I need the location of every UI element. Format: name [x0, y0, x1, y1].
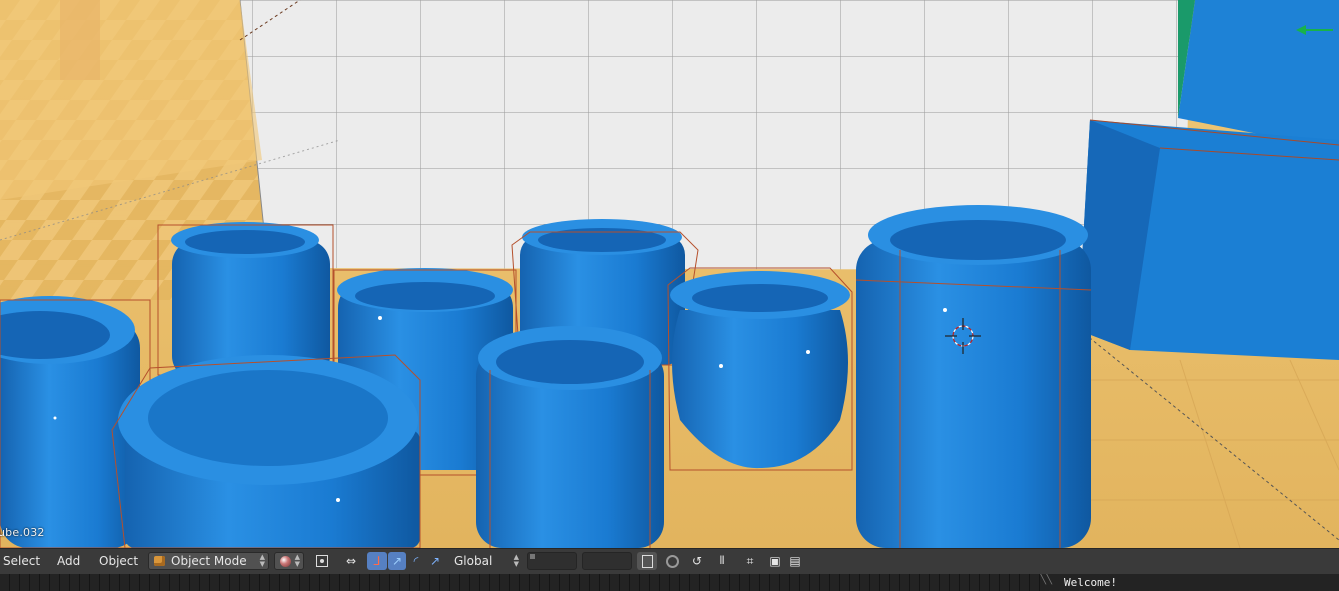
layers-icon: [530, 554, 535, 559]
render-animation-button[interactable]: ▤: [785, 552, 805, 570]
render-clapboard-icon: ▤: [789, 554, 801, 568]
3d-viewport[interactable]: ube.032: [0, 0, 1339, 548]
add-menu[interactable]: Add: [57, 554, 80, 568]
area-resize-handle[interactable]: ╲╲: [1040, 574, 1054, 591]
pivot-point-icon: [316, 555, 328, 567]
proportional-edit-button[interactable]: [662, 552, 682, 570]
rotate-button[interactable]: ↗: [388, 552, 406, 570]
object-cube-icon: [154, 556, 165, 566]
scale-icon: ↗: [429, 554, 441, 568]
timeline-strip: [0, 574, 1040, 591]
orientation-label: Global: [454, 554, 493, 568]
jar: [111, 354, 421, 548]
active-object-label: ube.032: [0, 526, 45, 539]
object-menu[interactable]: Object: [99, 554, 138, 568]
jar: [855, 205, 1092, 548]
rotate-manipulator-button[interactable]: ◜: [407, 552, 425, 570]
layers-grid-2[interactable]: [582, 552, 632, 570]
layers-grid-1[interactable]: [527, 552, 577, 570]
snap-element-icon: ⫴: [719, 554, 725, 567]
info-bar: ╲╲ Welcome!: [0, 574, 1339, 591]
manipulator-toggle[interactable]: ⇔: [340, 552, 362, 570]
falloff-curve-icon: ↺: [691, 554, 703, 568]
scale-button[interactable]: ↗: [426, 552, 444, 570]
status-message: Welcome!: [1064, 576, 1117, 589]
lock-camera-button[interactable]: [637, 552, 657, 570]
snap-toggle[interactable]: ⌗: [740, 552, 760, 570]
pivot-point-button[interactable]: [312, 552, 332, 570]
proportional-falloff-button[interactable]: ↺: [688, 552, 706, 570]
orientation-dropdown[interactable]: Global ▲ ▼: [447, 552, 523, 570]
snap-magnet-icon: ⌗: [746, 553, 754, 568]
scene-render: [0, 0, 1339, 548]
mode-label: Object Mode: [171, 554, 247, 568]
layers-icon: [641, 554, 653, 568]
render-opengl-button[interactable]: ▣: [765, 552, 785, 570]
proportional-edit-icon: [665, 554, 679, 568]
view3d-header: Select Add Object Object Mode ▲ ▼ ▲ ▼ ⇔ ⅃ …: [0, 548, 1339, 574]
jar: [476, 326, 664, 548]
shading-sphere-icon: [280, 556, 291, 567]
dropdown-arrows-icon: ▲ ▼: [513, 553, 519, 568]
translate-arrow-icon: ⅃: [373, 554, 381, 568]
rotate-arc-icon: ◜: [413, 554, 419, 568]
mode-dropdown[interactable]: Object Mode ▲ ▼: [148, 552, 269, 570]
rotate-arc-icon: ↗: [391, 554, 403, 568]
manipulator-arrows-icon: ⇔: [345, 554, 357, 568]
render-camera-icon: ▣: [769, 554, 781, 568]
translate-button[interactable]: ⅃: [367, 552, 387, 570]
snap-element-dropdown[interactable]: ⫴: [708, 552, 736, 570]
dropdown-arrows-icon: ▲ ▼: [294, 553, 300, 568]
dropdown-arrows-icon: ▲ ▼: [259, 553, 265, 568]
viewport-shading-dropdown[interactable]: ▲ ▼: [274, 552, 304, 570]
select-menu[interactable]: Select: [3, 554, 40, 568]
